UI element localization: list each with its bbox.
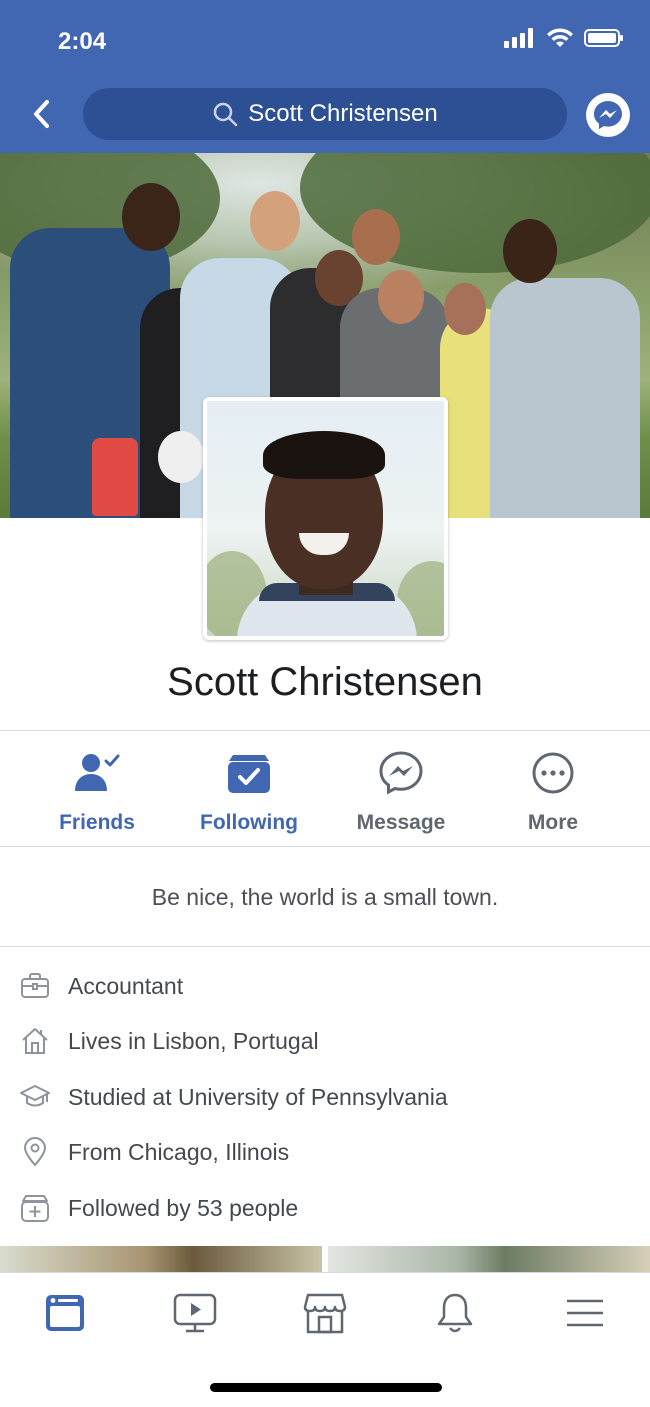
cover-person [490, 278, 640, 518]
briefcase-icon [20, 971, 50, 1001]
cover-ball [158, 431, 204, 483]
following-button[interactable]: Following [174, 749, 324, 835]
status-icons [504, 28, 624, 53]
friends-label: Friends [59, 811, 135, 834]
top-header: 2:04 Scott Christensen [0, 0, 650, 153]
signal-icon [504, 28, 536, 53]
cover-person-head [122, 183, 180, 251]
intro-text: Studied at University of Pennsylvania [68, 1083, 448, 1110]
friends-check-icon [73, 749, 121, 797]
messenger-button[interactable] [586, 93, 630, 137]
intro-item-education: Studied at University of Pennsylvania [0, 1077, 650, 1117]
profile-actions: Friends Following Message More [0, 731, 650, 846]
message-button[interactable]: Message [326, 749, 476, 835]
marketplace-icon [303, 1293, 347, 1334]
intro-text: Lives in Lisbon, Portugal [68, 1027, 319, 1054]
profile-bio: Be nice, the world is a small town. [151, 884, 499, 910]
intro-text: From Chicago, Illinois [68, 1138, 290, 1165]
intro-text: Followed by 53 people [68, 1194, 299, 1221]
photo-thumbnail[interactable] [0, 1246, 322, 1272]
following-check-icon [225, 749, 273, 797]
cover-person-head [378, 270, 424, 324]
watch-icon [173, 1293, 217, 1333]
tab-news-feed[interactable] [35, 1289, 95, 1337]
photo-thumbnail[interactable] [328, 1246, 650, 1272]
cover-person-head [503, 219, 557, 283]
cover-person-head [444, 283, 486, 335]
photos-preview[interactable] [0, 1246, 650, 1272]
location-pin-icon [20, 1137, 50, 1167]
intro-text: Accountant [68, 972, 184, 999]
profile-name: Scott Christensen [167, 660, 483, 704]
more-button[interactable]: More [478, 749, 628, 835]
following-label: Following [200, 811, 298, 834]
news-feed-icon [46, 1295, 84, 1331]
search-bar[interactable]: Scott Christensen [83, 88, 567, 140]
status-time: 2:04 [58, 28, 107, 55]
tab-marketplace[interactable] [295, 1289, 355, 1337]
graduation-cap-icon [20, 1082, 50, 1112]
messenger-outline-icon [377, 749, 425, 797]
profile-picture-image [207, 401, 444, 636]
intro-item-work: Accountant [0, 966, 650, 1006]
chevron-left-icon [34, 100, 49, 128]
battery-icon [584, 28, 624, 53]
intro-item-followers[interactable]: Followed by 53 people [0, 1188, 650, 1228]
cover-person-head [352, 209, 400, 265]
intro-item-home: Lives in Lisbon, Portugal [0, 1021, 650, 1061]
search-icon [214, 102, 238, 127]
divider [0, 846, 650, 847]
menu-icon [567, 1299, 603, 1327]
tab-watch[interactable] [165, 1289, 225, 1337]
followers-icon [20, 1193, 50, 1223]
message-label: Message [356, 811, 446, 834]
search-query: Scott Christensen [248, 100, 438, 127]
friends-button[interactable]: Friends [22, 749, 172, 835]
messenger-icon [594, 101, 622, 129]
cover-person-head [250, 191, 300, 251]
home-indicator[interactable] [210, 1383, 442, 1392]
divider [0, 946, 650, 947]
home-icon [20, 1026, 50, 1056]
cover-cooler [92, 438, 138, 516]
more-dots-icon [529, 749, 577, 797]
bell-icon [437, 1293, 473, 1333]
more-label: More [527, 811, 579, 834]
tab-notifications[interactable] [425, 1289, 485, 1337]
intro-item-hometown: From Chicago, Illinois [0, 1132, 650, 1172]
tab-menu[interactable] [555, 1289, 615, 1337]
wifi-icon [546, 28, 574, 53]
back-button[interactable] [24, 96, 60, 132]
profile-picture[interactable] [203, 397, 448, 640]
